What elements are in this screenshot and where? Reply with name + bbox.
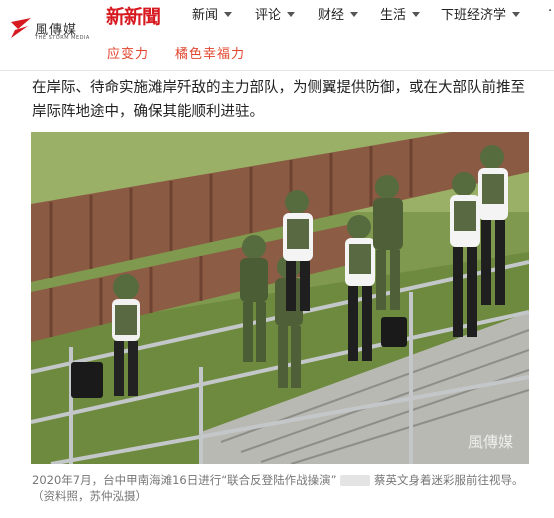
article-paragraph: 在岸际、待命实施滩岸歼敌的主力部队，为侧翼提供防御，或在大部队前推至岸际阵地途中… xyxy=(32,80,525,120)
nav-overflow[interactable]: · xyxy=(548,4,552,19)
storm-logo-icon xyxy=(11,18,31,38)
nav-item-finance[interactable]: 财经 xyxy=(318,4,359,23)
logo-english-name: THE STORM MEDIA xyxy=(35,35,90,41)
photo-illustration xyxy=(31,132,529,464)
nav-item-label: 新闻 xyxy=(192,8,219,23)
new-news-brand-link[interactable]: 新新聞 xyxy=(106,2,161,29)
article-photo: 風傳媒 xyxy=(31,132,529,464)
subnav-item-orange-happiness[interactable]: 橘色幸福力 xyxy=(175,43,245,62)
chevron-down-icon xyxy=(412,12,421,17)
nav-item-news[interactable]: 新闻 xyxy=(192,4,233,23)
nav-item-life[interactable]: 生活 xyxy=(380,4,421,23)
chevron-down-icon xyxy=(512,12,521,17)
nav-item-label: 下班经济学 xyxy=(441,8,507,23)
subnav-item-resilience[interactable]: 应变力 xyxy=(107,43,149,62)
nav-item-after-work-economics[interactable]: 下班经济学 xyxy=(441,4,521,23)
header-divider xyxy=(0,70,554,71)
nav-item-label: 财经 xyxy=(318,8,345,23)
chevron-down-icon xyxy=(224,12,233,17)
photo-caption: 2020年7月，台中甲南海滩16日进行“联合反登陆作战操演” 蔡英文身着迷彩服前… xyxy=(32,472,532,504)
nav-item-label: 评论 xyxy=(255,8,282,23)
nav-item-label: 生活 xyxy=(380,8,407,23)
storm-media-logo[interactable]: 風傳媒 THE STORM MEDIA xyxy=(11,16,91,42)
photo-watermark: 風傳媒 xyxy=(467,433,513,451)
chevron-down-icon xyxy=(287,12,296,17)
chevron-down-icon xyxy=(350,12,359,17)
caption-text-start: 2020年7月，台中甲南海滩16日进行“联合反登陆作战操演” xyxy=(32,473,337,487)
nav-item-opinion[interactable]: 评论 xyxy=(255,4,296,23)
top-navigation: 風傳媒 THE STORM MEDIA 新新聞 新闻 评论 财经 生活 下班经济… xyxy=(0,0,554,62)
redacted-text-block xyxy=(340,475,371,486)
